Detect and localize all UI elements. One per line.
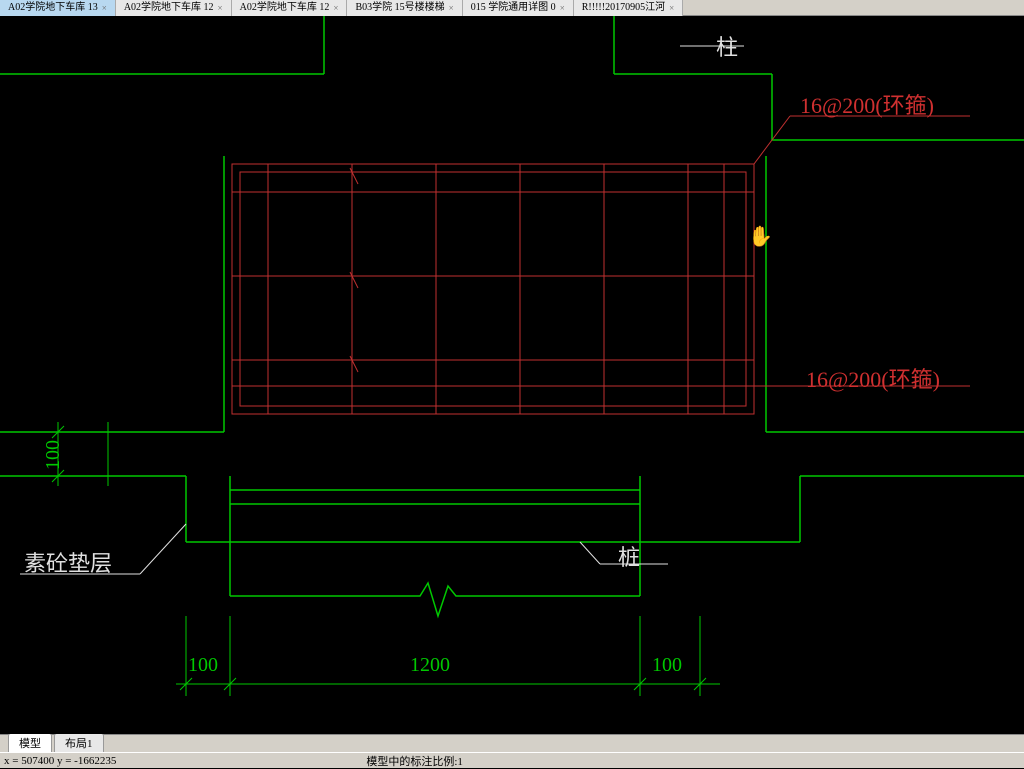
dim-100-bl: 100 <box>188 654 218 677</box>
close-icon[interactable]: × <box>102 0 107 16</box>
layout-tabs-bar: 模型 布局1 <box>0 734 1024 752</box>
status-coords: x = 507400 y = -1662235 <box>4 755 116 767</box>
label-bedding: 素砼垫层 <box>24 546 112 578</box>
doc-tab-5[interactable]: 015 学院通用详图 0 × <box>463 0 574 16</box>
doc-tab-3[interactable]: A02学院地下车库 12 × <box>232 0 348 16</box>
close-icon[interactable]: × <box>218 0 223 16</box>
label-column: 柱 <box>716 30 738 62</box>
status-scale: 模型中的标注比例:1 <box>366 753 463 769</box>
tab-layout1[interactable]: 布局1 <box>54 733 104 752</box>
tab-model[interactable]: 模型 <box>8 733 52 752</box>
tab-layout1-label: 布局1 <box>65 738 93 750</box>
cad-canvas[interactable]: 柱 16@200(环箍) 16@200(环箍) 素砼垫层 桩 100 100 1… <box>0 16 1024 734</box>
doc-tab-label: A02学院地下车库 12 <box>124 0 214 16</box>
close-icon[interactable]: × <box>669 0 674 16</box>
label-pile: 桩 <box>618 540 640 572</box>
close-icon[interactable]: × <box>449 0 454 16</box>
dim-100-left: 100 <box>42 440 65 470</box>
close-icon[interactable]: × <box>560 0 565 16</box>
doc-tab-label: A02学院地下车库 13 <box>8 0 98 16</box>
doc-tab-2[interactable]: A02学院地下车库 12 × <box>116 0 232 16</box>
doc-tab-4[interactable]: B03学院 15号楼楼梯 × <box>347 0 462 16</box>
doc-tab-label: A02学院地下车库 12 <box>240 0 330 16</box>
dim-1200: 1200 <box>410 654 450 677</box>
close-icon[interactable]: × <box>333 0 338 16</box>
doc-tab-label: B03学院 15号楼楼梯 <box>355 0 444 16</box>
doc-tab-1[interactable]: A02学院地下车库 13 × <box>0 0 116 16</box>
tab-model-label: 模型 <box>19 738 41 750</box>
doc-tab-6[interactable]: R!!!!!20170905江河 × <box>574 0 683 16</box>
dim-100-br: 100 <box>652 654 682 677</box>
doc-tab-label: R!!!!!20170905江河 <box>582 0 665 16</box>
label-hoop-1: 16@200(环箍) <box>800 88 934 120</box>
label-hoop-2: 16@200(环箍) <box>806 362 940 394</box>
status-bar: x = 507400 y = -1662235 模型中的标注比例:1 <box>0 752 1024 768</box>
doc-tab-label: 015 学院通用详图 0 <box>471 0 556 16</box>
document-tabs-bar: A02学院地下车库 13 × A02学院地下车库 12 × A02学院地下车库 … <box>0 0 1024 16</box>
